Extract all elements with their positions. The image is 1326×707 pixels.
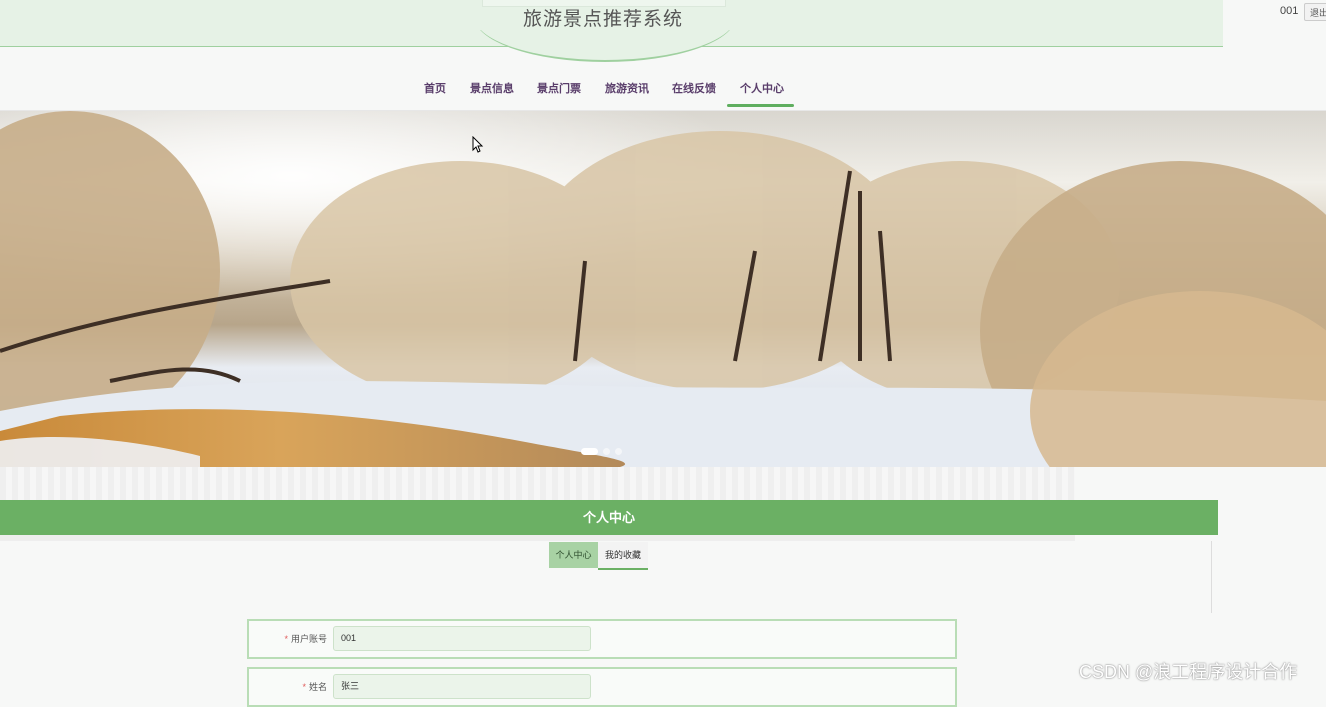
form-row-account: * 用户账号: [247, 619, 957, 659]
banner-carousel[interactable]: [0, 111, 1326, 467]
name-label: * 姓名: [302, 682, 327, 692]
nav-item-home[interactable]: 首页: [424, 80, 446, 96]
tab-personal-center[interactable]: 个人中心: [549, 542, 598, 568]
nav-item-feedback[interactable]: 在线反馈: [672, 80, 716, 96]
main-nav: 首页 景点信息 景点门票 旅游资讯 在线反馈 个人中心: [0, 80, 1223, 110]
section-title: 个人中心: [582, 510, 635, 525]
nav-item-news[interactable]: 旅游资讯: [605, 80, 649, 96]
section-title-bar: 个人中心: [0, 500, 1218, 535]
name-input[interactable]: [333, 674, 591, 699]
site-title: 旅游景点推荐系统: [522, 9, 683, 30]
content-right-border: [1211, 541, 1212, 613]
header-arc-decoration: [474, 30, 736, 62]
tab-my-favorites[interactable]: 我的收藏: [598, 542, 648, 570]
carousel-dot-2[interactable]: [603, 448, 610, 455]
account-label: * 用户账号: [284, 634, 327, 644]
nav-item-attractions[interactable]: 景点信息: [470, 80, 514, 96]
section-background-strip-lower: [0, 535, 1075, 541]
required-mark: *: [284, 634, 288, 644]
nav-item-tickets[interactable]: 景点门票: [537, 80, 581, 96]
required-mark: *: [302, 682, 306, 692]
carousel-dot-1[interactable]: [581, 448, 598, 455]
nav-active-indicator: [727, 104, 794, 107]
nav-item-personal-center[interactable]: 个人中心: [740, 80, 784, 96]
mouse-cursor-icon: [472, 136, 484, 153]
carousel-dot-3[interactable]: [615, 448, 622, 455]
watermark-text: CSDN @浪工程序设计合作: [1079, 662, 1298, 682]
logout-button[interactable]: 退出: [1304, 3, 1326, 21]
current-user-name: 001: [1280, 5, 1299, 17]
banner-image: [0, 111, 1326, 467]
form-row-name: * 姓名: [247, 667, 957, 707]
account-input[interactable]: [333, 626, 591, 651]
section-background-strip: [0, 467, 1075, 500]
